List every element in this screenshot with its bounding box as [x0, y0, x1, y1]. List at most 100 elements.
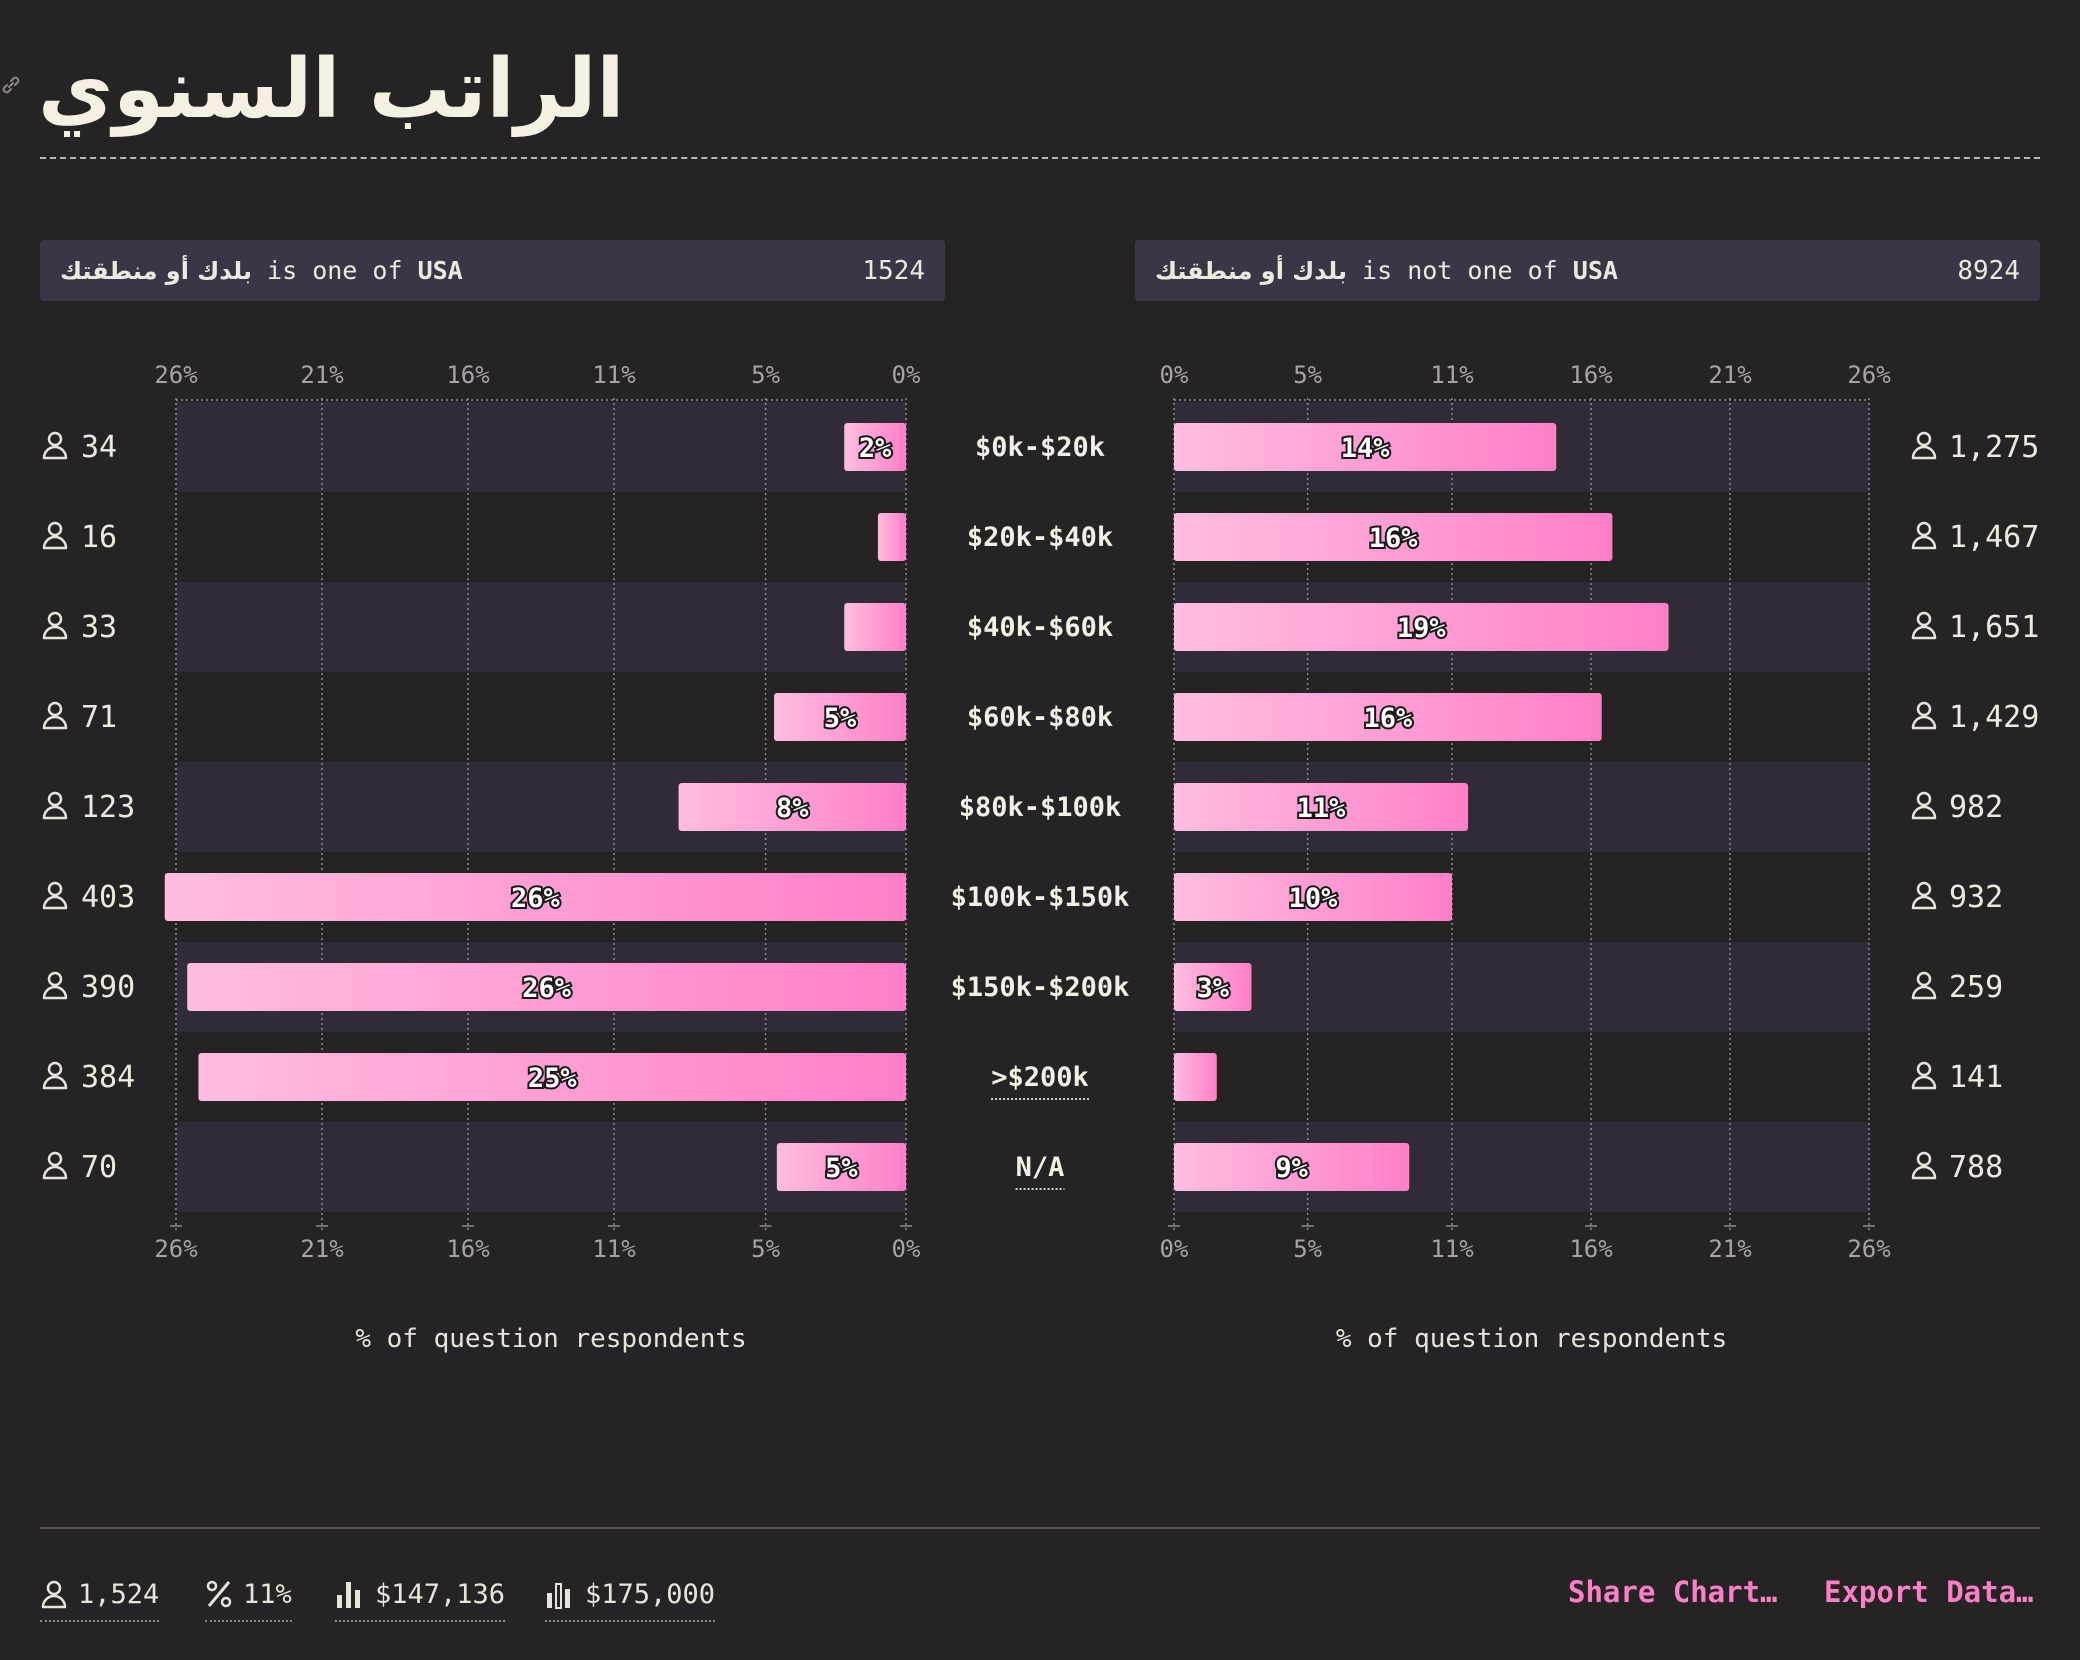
user-icon-body	[42, 985, 68, 1000]
user-icon-head	[1916, 791, 1932, 807]
user-icon-body	[42, 535, 68, 550]
left-bar-label: 25%	[528, 1063, 578, 1094]
right-count: 1,275	[1949, 430, 2039, 465]
user-icon	[42, 1061, 68, 1090]
user-icon	[1911, 1061, 1937, 1090]
right-count: 259	[1949, 970, 2003, 1005]
percent-stat[interactable]: 11%	[205, 1572, 292, 1622]
left-count: 33	[81, 610, 117, 645]
salary-chart: 0% 0% 0% 0% 5% 5% 5% 5% 11% 11% 11% 11% 16% 16% 16% 16%…	[42, 361, 2039, 1354]
right-bar-label: 10%	[1289, 883, 1339, 914]
user-icon	[1911, 611, 1937, 640]
x-tick-label-bottom-left: 21%	[300, 1235, 344, 1263]
mean-bars-icon	[337, 1582, 360, 1608]
user-icon	[1911, 701, 1937, 730]
user-icon	[1911, 791, 1937, 820]
user-icon-body	[1911, 1075, 1937, 1090]
user-icon	[42, 611, 68, 640]
user-icon-body	[1911, 445, 1937, 460]
left-count: 70	[81, 1150, 117, 1185]
share-chart-link[interactable]: Share Chart…	[1568, 1575, 1778, 1609]
row-band	[176, 402, 906, 492]
user-icon-body	[42, 445, 68, 460]
x-tick-label-top-left: 0%	[892, 361, 921, 389]
user-icon	[1911, 881, 1937, 910]
x-tick-label-bottom-left: 11%	[592, 1235, 636, 1263]
user-icon	[42, 431, 68, 460]
category-label: $20k-$40k	[967, 522, 1113, 553]
x-tick-label-bottom-right: 5%	[1293, 1235, 1322, 1263]
mean-value: $147,136	[375, 1578, 506, 1610]
footer-divider	[40, 1527, 2040, 1529]
left-bar-label: 8%	[776, 793, 809, 824]
x-tick-label-bottom-right: 0%	[1160, 1235, 1189, 1263]
user-icon	[41, 1580, 67, 1609]
user-icon	[1911, 1151, 1937, 1180]
user-icon-head	[1916, 521, 1932, 537]
user-icon-body	[1911, 625, 1937, 640]
category-label: N/A	[1016, 1152, 1065, 1183]
x-tick-label-top-right: 11%	[1430, 361, 1474, 389]
category-label: >$200k	[991, 1062, 1089, 1093]
row-band	[1174, 942, 1869, 1032]
category-label: $60k-$80k	[967, 702, 1113, 733]
user-icon-head	[1916, 971, 1932, 987]
right-bar-label: 9%	[1275, 1153, 1308, 1184]
left-count: 16	[81, 520, 117, 555]
right-bar-label: 16%	[1363, 703, 1413, 734]
left-count: 390	[81, 970, 135, 1005]
x-tick-label-top-right: 26%	[1847, 361, 1891, 389]
x-tick-label-bottom-left: 0%	[892, 1235, 921, 1263]
category-label: $100k-$150k	[951, 882, 1130, 913]
x-tick-label-top-left: 21%	[300, 361, 344, 389]
mean-stat[interactable]: $147,136	[335, 1572, 506, 1622]
left-bar	[877, 513, 906, 561]
right-bar-label: 14%	[1341, 433, 1391, 464]
x-tick-label-top-left: 5%	[751, 361, 780, 389]
respondents-stat[interactable]: 1,524	[40, 1572, 160, 1622]
user-icon-head	[1916, 881, 1932, 897]
x-tick-label-bottom-left: 26%	[154, 1235, 198, 1263]
category-label: $80k-$100k	[959, 792, 1122, 823]
user-icon-body	[42, 1165, 68, 1180]
user-icon-body	[42, 805, 68, 820]
user-icon	[1911, 971, 1937, 1000]
x-tick-label-top-right: 5%	[1293, 361, 1322, 389]
left-count: 123	[81, 790, 135, 825]
x-axis-title-right: % of question respondents	[1336, 1324, 1727, 1354]
user-icon-body	[42, 1075, 68, 1090]
user-icon-body	[1911, 985, 1937, 1000]
user-icon	[1911, 431, 1937, 460]
x-axis-title-left: % of question respondents	[355, 1324, 746, 1354]
user-icon-body	[1911, 805, 1937, 820]
export-data-link[interactable]: Export Data…	[1824, 1575, 2034, 1609]
right-bar-label: 11%	[1297, 793, 1347, 824]
median-stat[interactable]: $175,000	[545, 1572, 716, 1622]
user-icon-head	[47, 521, 63, 537]
left-bar-label: 26%	[522, 973, 572, 1004]
x-tick-label-top-left: 11%	[592, 361, 636, 389]
right-bar	[1174, 1053, 1217, 1101]
x-tick-label-top-right: 21%	[1708, 361, 1752, 389]
right-count: 1,429	[1949, 700, 2039, 735]
x-tick-label-bottom-right: 16%	[1569, 1235, 1613, 1263]
user-icon-head	[47, 611, 63, 627]
right-bar-label: 16%	[1369, 523, 1419, 554]
x-tick-label-bottom-right: 26%	[1847, 1235, 1891, 1263]
user-icon-head	[47, 431, 63, 447]
respondents-value: 1,524	[78, 1578, 160, 1610]
right-count: 141	[1949, 1060, 2003, 1095]
user-icon-head	[47, 701, 63, 717]
user-icon-head	[47, 1151, 63, 1167]
user-icon-head	[1916, 701, 1932, 717]
user-icon-body	[1911, 1165, 1937, 1180]
category-label: $0k-$20k	[975, 432, 1105, 463]
x-tick-label-top-left: 26%	[154, 361, 198, 389]
user-icon	[42, 521, 68, 550]
user-icon	[1911, 521, 1937, 550]
left-count: 384	[81, 1060, 135, 1095]
user-icon-head	[1916, 611, 1932, 627]
left-bar	[844, 603, 906, 651]
user-icon	[42, 971, 68, 1000]
percent-value: 11%	[243, 1578, 292, 1610]
